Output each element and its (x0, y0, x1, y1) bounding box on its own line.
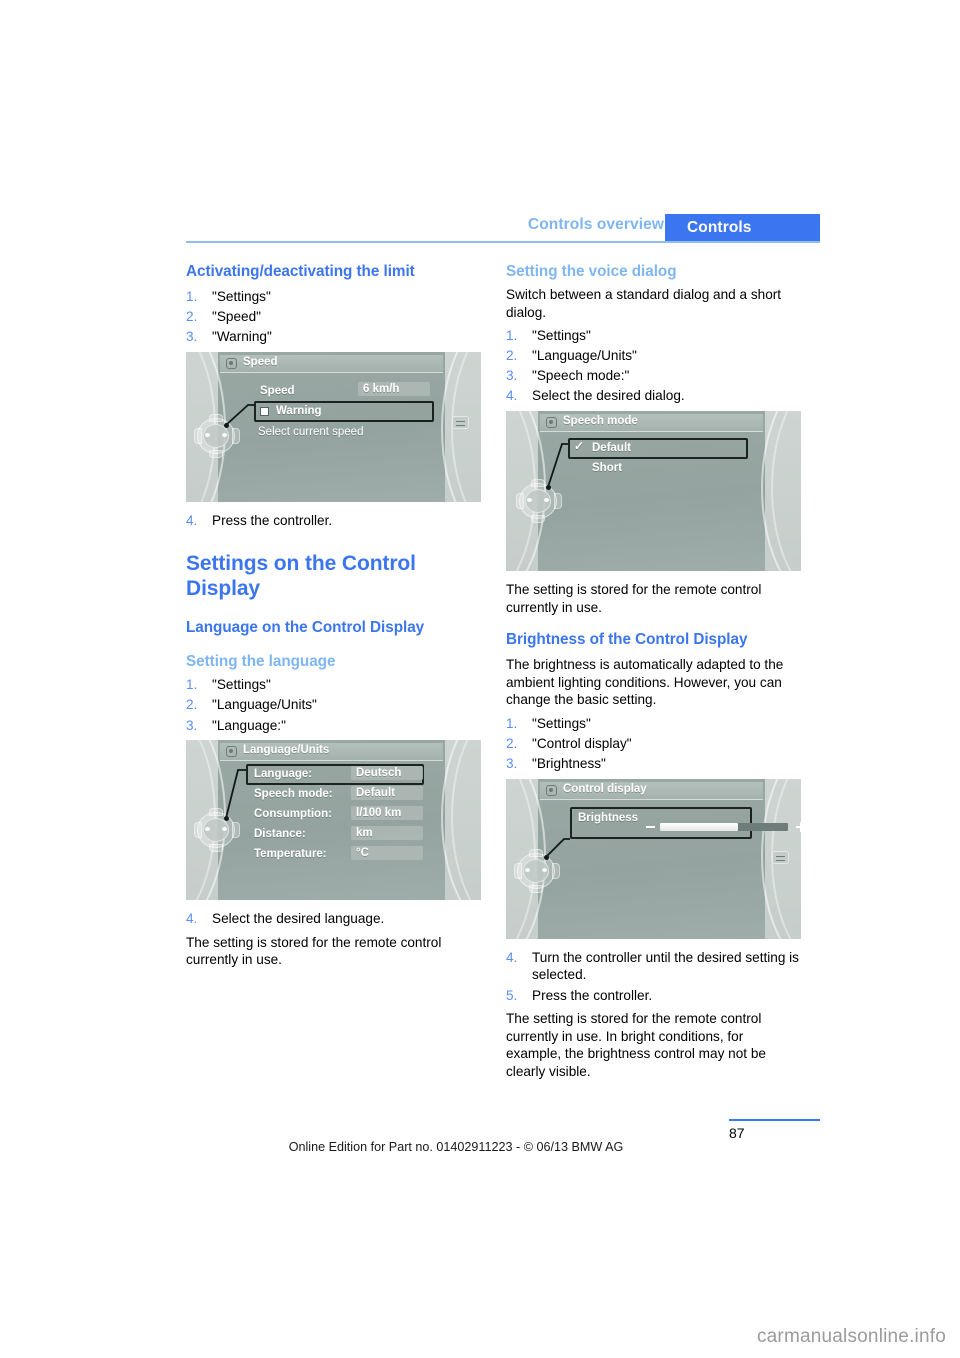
step-text: Press the controller. (532, 987, 653, 1003)
step-text: "Brightness" (532, 756, 606, 772)
step-number: 4. (186, 911, 198, 927)
footer-edition-note: Online Edition for Part no. 01402911223 … (288, 1140, 624, 1154)
step-text: "Warning" (212, 329, 272, 345)
header-divider (186, 241, 820, 243)
brightness-steps-list-continued: 4. Turn the controller until the desired … (506, 949, 801, 1004)
page-header: Controls overview Controls (186, 214, 820, 242)
step-number: 4. (506, 949, 518, 965)
step-number: 5. (506, 987, 518, 1003)
voice-closing-text: The setting is stored for the remote con… (506, 582, 762, 615)
step-number: 1. (506, 716, 518, 732)
idrive-screenshot-speed: Speed Speed 6 km/h Warning Select curren… (186, 351, 481, 502)
step-text: "Speed" (212, 309, 261, 325)
step-text: "Speech mode:" (532, 368, 630, 384)
step-text: Turn the controller until the desired se… (532, 949, 799, 983)
step-number: 2. (186, 697, 198, 713)
list-item: 1. "Settings" (506, 715, 801, 733)
brightness-intro-text: The brightness is automatically adapted … (506, 657, 784, 708)
step-text: Select the desired language. (212, 911, 385, 927)
list-item: 2. "Speed" (186, 308, 481, 326)
brightness-steps-list: 1. "Settings" 2. "Control display" 3. "Brig… (506, 715, 801, 773)
idrive-side-button-icon (772, 850, 789, 864)
brightness-closing-text: The setting is stored for the remote con… (506, 1011, 766, 1079)
step-number: 2. (506, 736, 518, 752)
step-number: 2. (506, 348, 518, 364)
step-number: 1. (186, 289, 198, 304)
subheading-setting-language: Setting the language (186, 653, 336, 671)
idrive-side-button-icon (452, 415, 469, 429)
list-item: 4. Select the desired dialog. (506, 387, 801, 405)
language-closing-text: The setting is stored for the remote con… (186, 934, 442, 968)
step-text: Press the controller. (212, 512, 333, 528)
step-text: "Language:" (212, 717, 286, 733)
leader-line (547, 443, 568, 488)
heading-language-control-display: Language on the Control Display (186, 619, 425, 637)
step-text: "Control display" (532, 736, 632, 752)
list-item: 1. "Settings" (186, 288, 481, 306)
step-text: "Settings" (532, 716, 591, 732)
list-item: 4. Turn the controller until the desired … (506, 949, 801, 984)
limit-steps-list: 1. "Settings" 2. "Speed" 3. "Warning" (186, 288, 481, 346)
limit-steps-list-continued: 4. Press the controller. (186, 512, 481, 530)
leader-endpoint (544, 854, 549, 860)
step-text: "Settings" (212, 677, 271, 693)
step-number: 3. (506, 756, 518, 772)
step-text: Select the desired dialog. (532, 388, 685, 404)
header-section-tab: Controls (665, 214, 820, 241)
step-number: 4. (186, 512, 198, 528)
list-item: 4. Select the desired language. (186, 910, 481, 928)
idrive-screenshot-language-units: Language/Units Language: Deutsch Speech … (186, 740, 481, 901)
manual-page: Controls overview Controls Activating/de… (0, 0, 960, 1358)
step-number: 1. (186, 677, 198, 693)
list-item: 1. "Settings" (506, 327, 801, 345)
leader-line (225, 403, 254, 426)
step-number: 3. (506, 368, 518, 384)
idrive-screenshot-control-display: Control display Brightness (506, 778, 801, 939)
step-number: 4. (506, 388, 518, 404)
page-number: 87 (729, 1125, 745, 1141)
language-steps-list: 1. "Settings" 2. "Language/Units" 3. "Langu… (186, 676, 481, 734)
language-steps-list-continued: 4. Select the desired language. (186, 910, 481, 928)
idrive-screenshot-speech-mode: Speech mode ✓ Default Short (506, 411, 801, 572)
step-number: 3. (186, 329, 198, 345)
heading-brightness-control-display: Brightness of the Control Display (506, 631, 748, 649)
leader-line (545, 837, 570, 858)
list-item: 2. "Control display" (506, 735, 801, 753)
list-item: 3. "Warning" (186, 328, 481, 346)
step-text: "Language/Units" (532, 348, 637, 364)
list-item: 2. "Language/Units" (186, 696, 481, 714)
heading-activating-limit: Activating/deactivating the limit (186, 263, 415, 280)
leader-endpoint (224, 422, 229, 428)
voice-intro-text: Switch between a standard dialog and a s… (506, 287, 782, 320)
leader-line (225, 769, 246, 819)
heading-settings-control-display: Settings on the Control Display (186, 552, 416, 601)
list-item: 3. "Speech mode:" (506, 367, 801, 385)
footer-divider (729, 1119, 820, 1121)
step-text: "Settings" (212, 289, 271, 304)
step-number: 1. (506, 328, 518, 344)
list-item: 3. "Brightness" (506, 755, 801, 773)
list-item: 2. "Language/Units" (506, 347, 801, 365)
header-section-tab-label: Controls (687, 219, 752, 236)
step-text: "Language/Units" (212, 697, 317, 713)
right-column: Setting the voice dialog Switch between … (506, 262, 801, 1086)
step-number: 2. (186, 309, 198, 325)
subheading-setting-voice-dialog: Setting the voice dialog (506, 263, 677, 280)
voice-steps-list: 1. "Settings" 2. "Language/Units" 3. "Speec… (506, 327, 801, 405)
site-watermark: carmanualsonline.info (756, 1326, 946, 1347)
list-item: 4. Press the controller. (186, 512, 481, 530)
list-item: 1. "Settings" (186, 676, 481, 694)
header-chapter-label: Controls overview (527, 216, 664, 233)
list-item: 5. Press the controller. (506, 987, 801, 1005)
list-item: 3. "Language:" (186, 717, 481, 735)
step-text: "Settings" (532, 328, 591, 344)
step-number: 3. (186, 717, 198, 733)
left-column: Activating/deactivating the limit 1. "Set… (186, 262, 481, 975)
